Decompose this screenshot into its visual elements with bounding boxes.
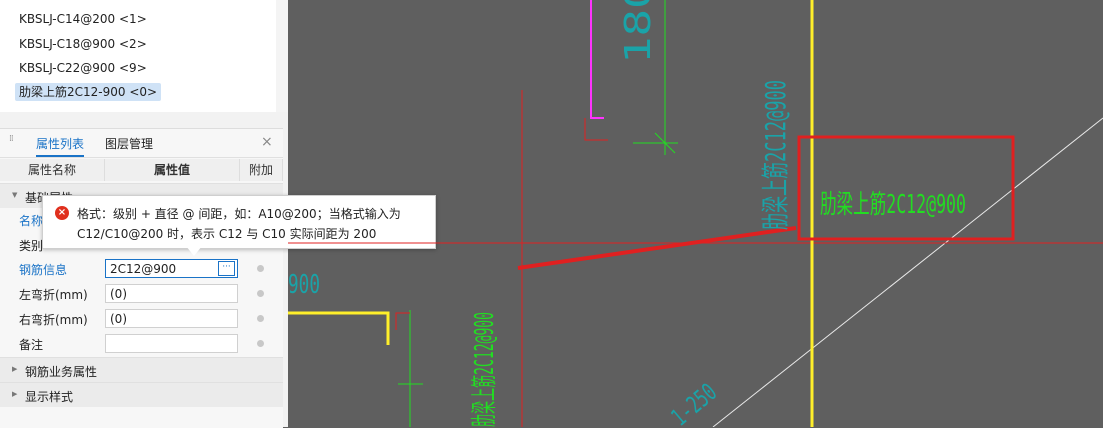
tooltip-pointer	[186, 246, 202, 256]
list-item[interactable]: KBSLJ-C22@900 <9>	[19, 59, 147, 77]
yellow-bracket	[288, 311, 390, 345]
rebar-label-diagonal: 1-250	[666, 378, 722, 427]
tab-layer-management[interactable]: 图层管理	[105, 135, 153, 155]
remark-input[interactable]	[105, 334, 238, 353]
prop-label-type: 类别	[19, 239, 44, 253]
group-title: 钢筋业务属性	[25, 365, 98, 379]
drag-handle-icon[interactable]: ⁞⁞	[9, 135, 17, 149]
prop-row-remark: 备注	[0, 332, 283, 357]
rebar-label-main[interactable]: 肋梁上筋2C12@900	[820, 190, 966, 220]
left-bend-input[interactable]: (0)	[105, 284, 238, 303]
panel-tabbar: ⁞⁞ 属性列表 图层管理 ×	[0, 129, 283, 158]
rebar-label-vertical: 1800	[618, 0, 659, 64]
attach-radio[interactable]	[257, 290, 264, 297]
prop-label-rebar-info: 钢筋信息	[19, 263, 68, 277]
error-icon: ×	[55, 206, 69, 220]
group-display-style[interactable]: ▶ 显示样式	[0, 382, 283, 407]
attach-radio[interactable]	[257, 265, 264, 272]
list-scrollbar[interactable]	[276, 0, 288, 112]
prop-row-left-bend: 左弯折(mm) (0)	[0, 282, 283, 307]
rebar-list: KBSLJ-C14@200 <1> KBSLJ-C18@900 <2> KBSL…	[0, 0, 277, 112]
expand-triangle-icon: ▶	[12, 390, 18, 398]
column-header-extra: 附加	[240, 159, 283, 181]
cad-canvas[interactable]: 肋梁上筋2C12@900 1800 肋梁上筋2C12@900 肋梁上筋2C12@…	[288, 0, 1103, 427]
prop-label-right-bend: 右弯折(mm)	[19, 313, 88, 327]
list-item[interactable]: KBSLJ-C14@200 <1>	[19, 10, 147, 28]
magenta-rebar	[590, 0, 604, 119]
prop-label-name: 名称	[19, 214, 44, 228]
red-bracket	[395, 312, 410, 330]
prop-row-right-bend: 右弯折(mm) (0)	[0, 307, 283, 332]
red-bracket	[584, 118, 608, 141]
collapse-triangle-icon: ▼	[12, 191, 18, 199]
attach-radio[interactable]	[257, 340, 264, 347]
list-item[interactable]: KBSLJ-C18@900 <2>	[19, 35, 147, 53]
more-options-button[interactable]: ···	[218, 261, 235, 276]
property-panel: ⁞⁞ 属性列表 图层管理 × 属性名称 属性值 附加 ▼ 基础属性 名称 类别 …	[0, 128, 283, 428]
rebar-label-vertical: 肋梁上筋2C12@900	[759, 80, 792, 230]
prop-label-remark: 备注	[19, 338, 44, 352]
tab-property-list[interactable]: 属性列表	[36, 135, 85, 157]
group-rebar-business[interactable]: ▶ 钢筋业务属性	[0, 357, 283, 382]
group-title: 显示样式	[25, 390, 74, 404]
close-icon[interactable]: ×	[261, 134, 273, 150]
list-item-selected[interactable]: 肋梁上筋2C12-900 <0>	[15, 83, 162, 101]
prop-label-left-bend: 左弯折(mm)	[19, 288, 88, 302]
highlight-box	[797, 135, 1015, 241]
expand-triangle-icon: ▶	[12, 365, 18, 373]
rebar-info-value: 2C12@900	[110, 262, 177, 276]
rebar-label-partial: 900	[288, 270, 320, 300]
prop-row-rebar-info: 钢筋信息 2C12@900 ···	[0, 257, 283, 282]
arrow-line	[517, 226, 797, 270]
attach-radio[interactable]	[257, 315, 264, 322]
rebar-info-input[interactable]: 2C12@900 ···	[105, 259, 238, 278]
right-bend-input[interactable]: (0)	[105, 309, 238, 328]
rebar-label-vertical: 肋梁上筋2C12@900	[470, 312, 500, 427]
column-header-name: 属性名称	[0, 159, 105, 181]
column-header-value: 属性值	[105, 159, 240, 181]
